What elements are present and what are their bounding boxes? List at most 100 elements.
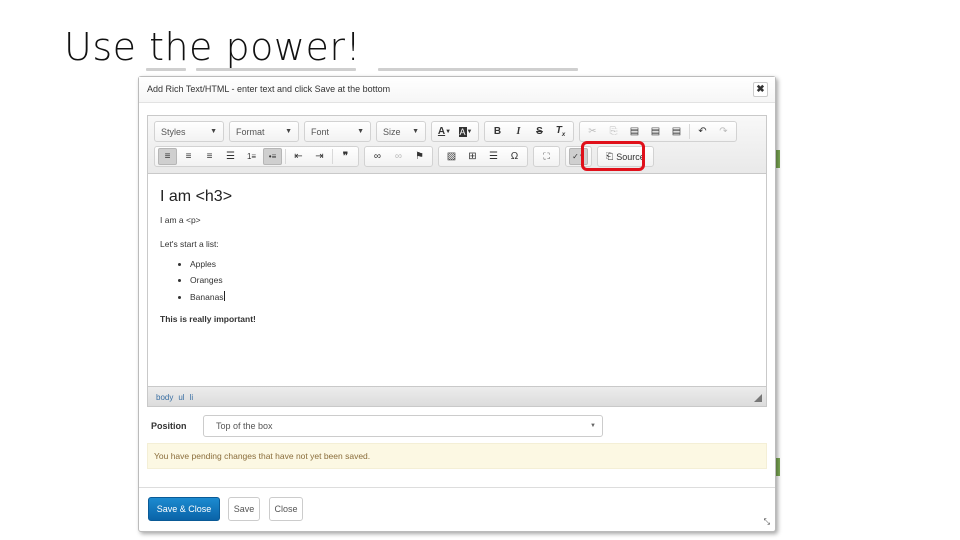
justify-button[interactable]: ☰ — [221, 148, 240, 165]
blockquote-icon: ❞ — [342, 151, 349, 162]
path-item-body[interactable]: body — [156, 393, 173, 402]
position-select[interactable]: Top of the box ▼ — [203, 415, 603, 437]
modal-resize-icon[interactable]: ⤡ — [764, 517, 770, 527]
source-label: Source — [616, 151, 645, 162]
toolbar-separator — [285, 149, 286, 164]
rich-text-modal: Add Rich Text/HTML - enter text and clic… — [138, 76, 776, 532]
list-item: Oranges — [190, 275, 756, 285]
table-icon: ⊞ — [468, 151, 477, 162]
blockquote-button[interactable]: ❞ — [336, 148, 355, 165]
content-heading: I am <h3> — [160, 188, 233, 205]
remove-format-icon: Tx — [555, 125, 566, 138]
align-right-button[interactable]: ≡ — [200, 148, 219, 165]
maximize-button[interactable]: ⛶ — [537, 148, 556, 165]
remove-format-button[interactable]: Tx — [551, 123, 570, 140]
numbered-list-icon: 1≡ — [246, 152, 257, 161]
content-important: This is really important! — [160, 314, 256, 324]
element-path-bar: body ul li — [148, 386, 766, 406]
insert-group: ▨ ⊞ ☰ Ω — [438, 146, 528, 167]
align-left-icon: ≡ — [164, 151, 171, 162]
styles-label: Styles — [161, 126, 186, 137]
position-label: Position — [151, 421, 187, 431]
paste-word-button[interactable]: ▤ — [667, 123, 686, 140]
size-label: Size — [383, 126, 401, 137]
decrease-indent-button[interactable]: ⇤ — [289, 148, 308, 165]
format-label: Format — [236, 126, 265, 137]
cut-button[interactable]: ✂ — [583, 123, 602, 140]
content-paragraph: I am a <p> — [160, 215, 201, 225]
unlink-icon: ∞ — [394, 151, 403, 162]
close-icon[interactable]: ✖ — [753, 82, 768, 97]
pending-changes-warning: You have pending changes that have not y… — [147, 443, 767, 469]
path-item-ul[interactable]: ul — [178, 393, 184, 402]
numbered-list-button[interactable]: 1≡ — [242, 148, 261, 165]
italic-button[interactable]: I — [509, 123, 528, 140]
align-center-button[interactable]: ≡ — [179, 148, 198, 165]
increase-indent-button[interactable]: ⇥ — [310, 148, 329, 165]
special-char-button[interactable]: Ω — [505, 148, 524, 165]
paste-text-icon: ▤ — [650, 126, 661, 137]
close-button[interactable]: Close — [269, 497, 303, 521]
background-text — [378, 68, 578, 71]
text-color-button[interactable]: A ▼ — [435, 123, 454, 140]
justify-icon: ☰ — [226, 151, 235, 162]
align-left-button[interactable]: ≡ — [158, 148, 177, 165]
save-button[interactable]: Save — [228, 497, 260, 521]
redo-icon: ↷ — [719, 126, 728, 137]
paste-text-button[interactable]: ▤ — [646, 123, 665, 140]
spellcheck-button[interactable]: ✓ ▼ — [569, 148, 588, 165]
editor-toolbar: Styles ▼ Format ▼ Font ▼ Size ▼ A ▼ A ▼ B I — [148, 116, 766, 174]
image-button[interactable]: ▨ — [442, 148, 461, 165]
strikethrough-button[interactable]: S — [530, 123, 549, 140]
format-dropdown[interactable]: Format ▼ — [229, 121, 299, 142]
modal-footer: Save & Close Save Close ⤡ — [139, 487, 775, 531]
spellcheck-group: ✓ ▼ — [565, 146, 592, 167]
editor-content[interactable]: I am <h3> I am a <p> Let's start a list:… — [160, 188, 756, 338]
toolbar-row-1: Styles ▼ Format ▼ Font ▼ Size ▼ A ▼ A ▼ B I — [154, 121, 742, 142]
path-item-li[interactable]: li — [190, 393, 194, 402]
list-item: Apples — [190, 259, 756, 269]
slide-title: Use the power! — [64, 25, 362, 69]
chevron-down-icon: ▼ — [210, 128, 217, 135]
anchor-button[interactable]: ⚑ — [410, 148, 429, 165]
chevron-down-icon: ▼ — [285, 128, 292, 135]
link-button[interactable]: ∞ — [368, 148, 387, 165]
chevron-down-icon: ▼ — [590, 423, 596, 429]
document-group: ⎗ Source — [597, 146, 654, 167]
modal-title: Add Rich Text/HTML - enter text and clic… — [147, 84, 391, 94]
resize-grip-icon[interactable] — [754, 394, 762, 402]
maximize-icon: ⛶ — [543, 151, 550, 161]
bold-button[interactable]: B — [488, 123, 507, 140]
bulleted-list-button[interactable]: •≡ — [263, 148, 282, 165]
undo-button[interactable]: ↶ — [693, 123, 712, 140]
rich-text-editor: Styles ▼ Format ▼ Font ▼ Size ▼ A ▼ A ▼ B I — [147, 115, 767, 407]
save-close-button[interactable]: Save & Close — [148, 497, 220, 521]
undo-icon: ↶ — [698, 126, 707, 137]
paste-button[interactable]: ▤ — [625, 123, 644, 140]
unlink-button[interactable]: ∞ — [389, 148, 408, 165]
chevron-down-icon: ▼ — [412, 128, 419, 135]
paragraph-group: ≡ ≡ ≡ ☰ 1≡ •≡ ⇤ ⇥ ❞ — [154, 146, 359, 167]
source-button[interactable]: ⎗ Source — [601, 148, 650, 165]
styles-dropdown[interactable]: Styles ▼ — [154, 121, 224, 142]
modal-header: Add Rich Text/HTML - enter text and clic… — [139, 77, 775, 103]
background-color-button[interactable]: A ▼ — [456, 123, 475, 140]
source-icon: ⎗ — [606, 151, 614, 161]
background-text — [196, 68, 356, 71]
content-list: Apples Oranges Bananas — [190, 259, 756, 302]
horizontal-line-button[interactable]: ☰ — [484, 148, 503, 165]
copy-button[interactable]: ⎘ — [604, 123, 623, 140]
paste-word-icon: ▤ — [671, 126, 682, 137]
redo-button[interactable]: ↷ — [714, 123, 733, 140]
bulleted-list-icon: •≡ — [268, 152, 277, 161]
align-right-icon: ≡ — [206, 151, 213, 162]
strikethrough-icon: S — [536, 126, 543, 137]
image-icon: ▨ — [446, 151, 457, 162]
horizontal-line-icon: ☰ — [489, 151, 498, 162]
font-dropdown[interactable]: Font ▼ — [304, 121, 371, 142]
size-dropdown[interactable]: Size ▼ — [376, 121, 426, 142]
increase-indent-icon: ⇥ — [315, 151, 324, 162]
bold-icon: B — [493, 126, 502, 137]
list-item: Bananas — [190, 291, 756, 302]
table-button[interactable]: ⊞ — [463, 148, 482, 165]
